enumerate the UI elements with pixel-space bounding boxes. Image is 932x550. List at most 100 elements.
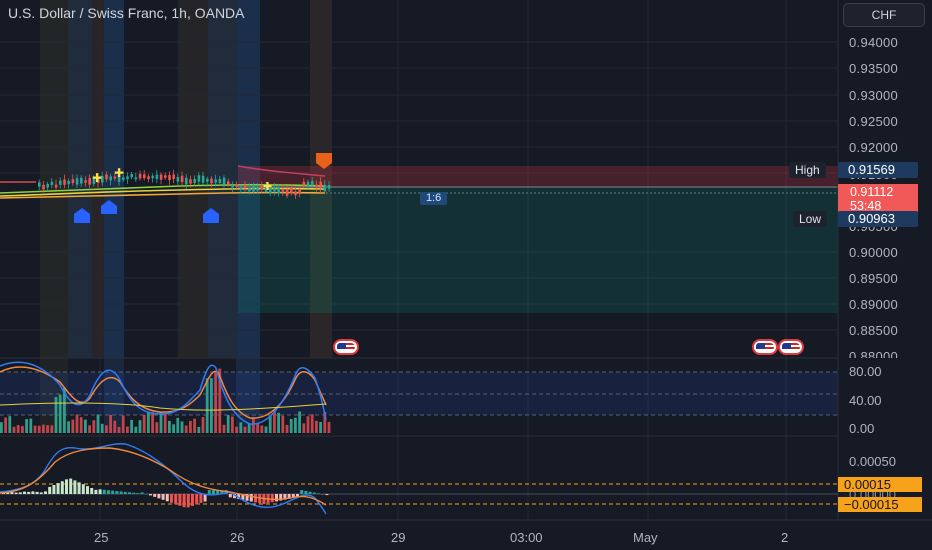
macd-histogram-bar: [119, 491, 123, 494]
candle: [239, 187, 243, 191]
oscillator-bar: [289, 418, 293, 433]
macd-histogram-bar: [44, 491, 47, 494]
candle: [197, 175, 201, 182]
macd-histogram-bar: [249, 494, 253, 502]
us-flag-icon[interactable]: [752, 339, 778, 355]
candle: [218, 178, 222, 183]
candle: [168, 175, 171, 181]
candle: [63, 179, 66, 185]
oscillator-bar: [155, 422, 159, 433]
macd-histogram-bar: [304, 490, 308, 494]
macd-histogram-bar: [207, 490, 211, 494]
oscillator-bar: [21, 426, 24, 433]
macd-histogram-bar: [81, 484, 85, 494]
us-flag-icon[interactable]: [333, 339, 359, 355]
oscillator-bar: [29, 418, 33, 433]
oscillator-bar: [184, 425, 188, 433]
macd-histogram-bar: [123, 491, 127, 494]
macd-upper-tag: 0.00015: [838, 477, 922, 492]
low-value-tag: 0.90963: [838, 211, 918, 227]
oscillator-bar: [205, 378, 209, 433]
candle: [71, 179, 75, 184]
oscillator-bar: [306, 416, 310, 433]
candle: [75, 178, 79, 185]
macd-histogram-bar: [157, 494, 161, 499]
candle: [294, 191, 297, 196]
macd-histogram-bar: [170, 494, 173, 503]
candle: [214, 179, 217, 183]
candle: [193, 179, 196, 183]
oscillator-axis-label: 0.00: [849, 421, 875, 436]
oscillator-bar: [189, 420, 192, 433]
macd-histogram-bar: [186, 494, 190, 508]
candle: [243, 184, 247, 189]
oscillator-bar: [4, 417, 7, 433]
candle: [59, 180, 62, 185]
macd-histogram-bar: [52, 485, 56, 494]
oscillator-bar: [273, 411, 276, 433]
macd-histogram-bar: [325, 494, 329, 496]
us-flag-icon[interactable]: [778, 339, 804, 355]
candle: [227, 181, 230, 185]
macd-histogram-bar: [144, 493, 148, 495]
macd-histogram-bar: [199, 494, 203, 503]
take-profit-zone: [238, 187, 838, 313]
oscillator-bar: [126, 426, 129, 433]
oscillator-bar: [54, 397, 58, 433]
macd-histogram-bar: [27, 491, 31, 494]
price-axis-label: 0.88000: [849, 349, 899, 358]
candle: [201, 175, 205, 183]
oscillator-bar: [180, 421, 184, 433]
currency-button[interactable]: CHF: [843, 3, 925, 27]
candle: [273, 186, 276, 192]
cross-marker-icon: ✚: [114, 166, 124, 180]
oscillator-bar: [168, 420, 171, 433]
candle: [252, 184, 255, 192]
candle: [159, 174, 163, 180]
stop-loss-zone: [238, 166, 838, 187]
oscillator-bar: [113, 420, 117, 433]
oscillator-bar: [298, 411, 301, 433]
macd-histogram-bar: [60, 481, 64, 494]
macd-histogram-bar: [65, 479, 68, 494]
chart-canvas[interactable]: ✚ ✚ ✚: [0, 0, 932, 550]
candle: [38, 182, 41, 187]
low-label: Low: [793, 211, 828, 227]
macd-histogram-bar: [115, 491, 119, 494]
price-axis-label: 0.88500: [849, 323, 899, 338]
macd-histogram-bar: [73, 480, 77, 494]
macd-histogram-bar: [132, 492, 136, 494]
time-axis-label: 26: [230, 530, 245, 545]
candle: [151, 175, 154, 179]
oscillator-bar: [264, 426, 268, 433]
oscillator-bar: [42, 424, 45, 433]
macd-histogram-bar: [69, 478, 73, 494]
candle: [311, 180, 314, 186]
candle: [248, 188, 251, 192]
macd-histogram-bar: [195, 494, 199, 505]
candle: [88, 177, 91, 185]
cross-marker-icon: ✚: [263, 180, 272, 193]
oscillator-axis-label: 40.00: [849, 393, 882, 408]
oscillator-bar: [121, 415, 125, 433]
oscillator-bar: [159, 412, 163, 433]
candle: [298, 189, 301, 194]
macd-histogram-bar: [136, 493, 140, 494]
macd-histogram-bar: [94, 489, 98, 494]
macd-histogram-bar: [317, 493, 320, 494]
oscillator-bar: [319, 422, 322, 433]
oscillator-bar: [58, 394, 62, 433]
oscillator-bar: [100, 423, 104, 433]
oscillator-bar: [172, 424, 175, 433]
macd-histogram-bar: [308, 491, 312, 494]
oscillator-bar: [294, 417, 297, 433]
oscillator-bar: [327, 421, 331, 433]
macd-histogram-bar: [140, 492, 144, 494]
oscillator-bar: [235, 426, 238, 433]
oscillator-bar: [268, 415, 272, 433]
oscillator-bar: [243, 426, 247, 433]
candle: [172, 174, 175, 180]
chart-title: U.S. Dollar / Swiss Franc, 1h, OANDA: [8, 5, 245, 21]
macd-histogram-bar: [14, 492, 18, 494]
oscillator-bar: [33, 425, 37, 433]
